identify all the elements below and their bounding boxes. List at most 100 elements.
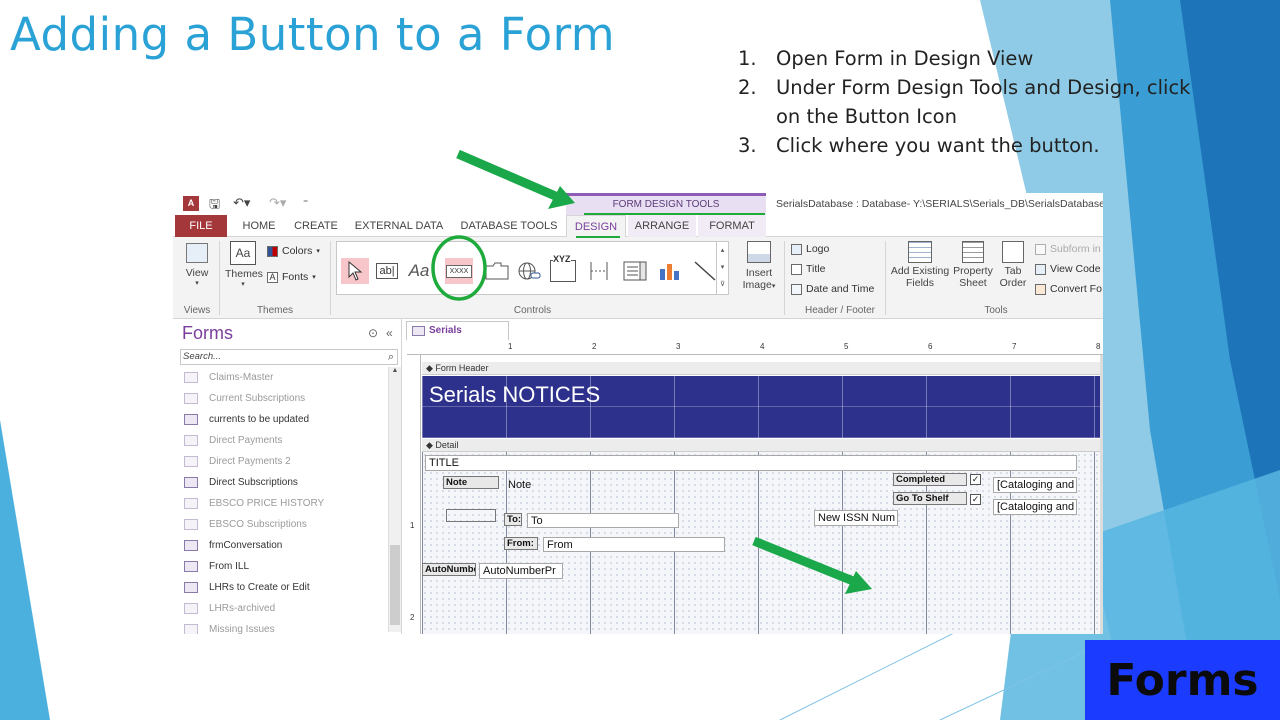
form-icon	[412, 326, 425, 336]
form-header-section-bar[interactable]: ◆ Form Header	[422, 362, 1103, 375]
to-label[interactable]: To:	[504, 513, 522, 526]
form-header-title[interactable]: Serials NOTICES	[429, 382, 600, 408]
scroll-up-icon[interactable]: ▲	[389, 367, 401, 379]
label-control-icon[interactable]: Aa	[405, 258, 433, 284]
date-time-button[interactable]: Date and Time	[791, 283, 874, 295]
nav-form-item[interactable]: Direct Payments 2	[184, 451, 384, 472]
dropdown-arrow-icon: ▾	[771, 283, 776, 290]
textbox-control-icon[interactable]: ab|	[373, 258, 401, 284]
combo-box-icon[interactable]	[621, 258, 649, 284]
nav-form-item-label: Missing Issues	[209, 624, 275, 634]
go-to-shelf-label[interactable]: Go To Shelf	[893, 492, 967, 505]
group-tools: Tools	[984, 305, 1008, 316]
tab-design[interactable]: DESIGN	[566, 215, 626, 237]
button-control-icon[interactable]: XXXX	[445, 258, 473, 284]
new-issn-field[interactable]: New ISSN Num	[814, 510, 898, 526]
add-existing-fields-button[interactable]: Add Existing Fields	[889, 241, 951, 289]
option-group-icon[interactable]: XYZ	[549, 254, 577, 284]
nav-form-item-label: LHRs to Create or Edit	[209, 582, 310, 593]
customize-toolbar-icon[interactable]: ⁼	[303, 198, 308, 209]
nav-menu-icon[interactable]: ⊙	[368, 326, 378, 340]
convert-icon	[1035, 283, 1046, 295]
from-label[interactable]: From:	[504, 537, 538, 550]
document-tab[interactable]: Serials NOTICES	[406, 321, 509, 354]
autonumber-label[interactable]: AutoNumbe	[422, 563, 476, 576]
completed-checkbox[interactable]: ✓	[970, 474, 981, 485]
tab-arrange[interactable]: ARRANGE	[628, 215, 696, 237]
go-to-shelf-checkbox[interactable]: ✓	[970, 494, 981, 505]
logo-button[interactable]: Logo	[791, 243, 829, 255]
arrow-to-design-tab	[456, 149, 562, 203]
nav-form-item[interactable]: currents to be updated	[184, 409, 384, 430]
tab-create[interactable]: CREATE	[291, 215, 341, 237]
nav-form-item[interactable]: frmConversation	[184, 535, 384, 556]
nav-form-item[interactable]: EBSCO PRICE HISTORY	[184, 493, 384, 514]
access-screenshot: A 🖫 ↶▾ ↷▾ ⁼ FORM DESIGN TOOLS SerialsDat…	[173, 193, 1103, 634]
select-pointer-icon[interactable]	[341, 258, 369, 284]
page-break-icon[interactable]	[585, 258, 613, 284]
nav-search-input[interactable]: Search... ⌕	[180, 349, 398, 365]
tab-file[interactable]: FILE	[175, 215, 227, 237]
tab-format[interactable]: FORMAT	[698, 215, 766, 237]
fonts-icon: A	[267, 271, 278, 283]
nav-form-item[interactable]: LHRs-archived	[184, 598, 384, 619]
design-scrollbar[interactable]	[1100, 355, 1103, 634]
form-icon	[184, 393, 198, 404]
title-button[interactable]: Title	[791, 263, 825, 275]
tab-order-button[interactable]: Tab Order	[995, 241, 1031, 289]
convert-macros-button[interactable]: Convert Fo	[1035, 283, 1102, 295]
from-field[interactable]: From	[543, 537, 725, 552]
colors-button[interactable]: Colors ▾	[267, 245, 320, 257]
nav-form-item-label: Claims-Master	[209, 372, 274, 383]
tab-external-data[interactable]: EXTERNAL DATA	[349, 215, 449, 237]
cataloging-field-1[interactable]: [Cataloging and	[993, 477, 1077, 493]
subform-button[interactable]: Subform in	[1035, 243, 1101, 255]
note-label[interactable]: Note	[443, 476, 499, 489]
nav-form-item[interactable]: Claims-Master	[184, 367, 384, 388]
nav-form-item[interactable]: Direct Payments	[184, 430, 384, 451]
subform-icon	[1035, 243, 1046, 255]
note-field[interactable]: Note	[504, 477, 892, 493]
nav-scrollbar[interactable]: ▲	[388, 367, 401, 632]
property-sheet-button[interactable]: Property Sheet	[951, 241, 995, 289]
save-icon[interactable]: 🖫	[209, 195, 220, 217]
chart-control-icon[interactable]	[655, 258, 683, 284]
search-icon[interactable]: ⌕	[388, 350, 394, 364]
tab-database-tools[interactable]: DATABASE TOOLS	[457, 215, 561, 237]
gallery-scroll[interactable]: ▴ ▾ ⊽	[716, 242, 728, 294]
nav-form-item[interactable]: Current Subscriptions	[184, 388, 384, 409]
autonumber-field[interactable]: AutoNumberPr	[479, 563, 563, 579]
forms-badge: Forms	[1085, 640, 1280, 720]
insert-image-button[interactable]: Insert Image▾	[737, 241, 781, 291]
nav-form-item[interactable]: Missing Issues	[184, 619, 384, 634]
view-code-button[interactable]: View Code	[1035, 263, 1101, 275]
insert-image-label-2: Image	[742, 279, 772, 291]
scroll-thumb[interactable]	[390, 545, 400, 625]
nav-form-item[interactable]: From ILL	[184, 556, 384, 577]
ruler-mark: 6	[928, 342, 933, 351]
hyperlink-control-icon[interactable]	[515, 258, 543, 284]
empty-label[interactable]	[446, 509, 496, 522]
undo-icon[interactable]: ↶▾	[233, 195, 250, 211]
fonts-button[interactable]: A Fonts ▾	[267, 271, 316, 283]
dropdown-arrow-icon: ▾	[316, 248, 320, 255]
title-field[interactable]: TITLE	[425, 455, 1077, 471]
ribbon-separator	[885, 241, 886, 315]
detail-section-bar[interactable]: ◆ Detail	[422, 439, 1103, 452]
line-control-icon[interactable]	[691, 258, 719, 284]
to-field[interactable]: To	[527, 513, 679, 528]
collapse-pane-icon[interactable]: «	[386, 326, 393, 340]
nav-form-item[interactable]: EBSCO Subscriptions	[184, 514, 384, 535]
nav-form-item[interactable]: Direct Subscriptions	[184, 472, 384, 493]
nav-pane-title: Forms	[182, 323, 233, 343]
group-views: Views	[183, 305, 211, 316]
themes-button[interactable]: Aa Themes ▾	[225, 241, 263, 288]
tab-control-icon[interactable]	[483, 258, 511, 284]
nav-form-item[interactable]: LHRs to Create or Edit	[184, 577, 384, 598]
view-button[interactable]: View ▾	[181, 243, 213, 287]
completed-label[interactable]: Completed	[893, 473, 967, 486]
cataloging-field-2[interactable]: [Cataloging and	[993, 499, 1077, 515]
step-number: 1.	[738, 47, 757, 70]
redo-icon[interactable]: ↷▾	[269, 195, 286, 211]
tab-home[interactable]: HOME	[235, 215, 283, 237]
